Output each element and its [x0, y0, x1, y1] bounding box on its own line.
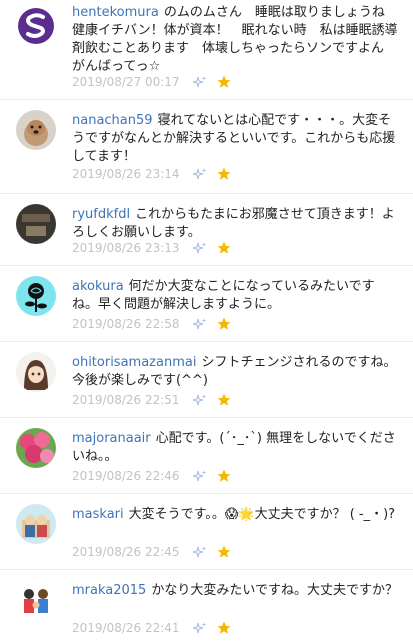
avatar[interactable] — [16, 110, 56, 150]
star-icon[interactable] — [216, 166, 232, 182]
username[interactable]: nanachan59 — [72, 113, 153, 128]
username[interactable]: hentekomura — [72, 5, 159, 20]
avatar[interactable] — [16, 204, 56, 244]
username[interactable]: maskari — [72, 507, 124, 522]
comment-item: ohitorisamazanmai シフトチェンジされるのですね。今後が楽しみです… — [0, 342, 413, 418]
avatar[interactable] — [16, 428, 56, 468]
username[interactable]: akokura — [72, 279, 124, 294]
avatar[interactable] — [16, 276, 56, 316]
comment-item: akokura 何だか大変なことになっているみたいですね。早く問題が解決しますよう… — [0, 266, 413, 342]
timestamp: 2019/08/27 00:17 — [72, 75, 180, 89]
star-icon[interactable] — [216, 468, 232, 484]
timestamp: 2019/08/26 22:45 — [72, 545, 180, 559]
comment-item: hentekomura のムのムさん 睡眠は取りましょうね 健康イチバン！体が資本… — [0, 0, 413, 100]
comment-item: ryufdkfdl これからもたまにお邪魔させて頂きます！よろしくお願いします。 … — [0, 194, 413, 266]
star-icon[interactable] — [216, 392, 232, 408]
star-icon[interactable] — [216, 240, 232, 256]
avatar[interactable] — [16, 6, 56, 46]
sparkle-icon[interactable] — [192, 240, 208, 256]
avatar[interactable] — [16, 352, 56, 392]
sparkle-icon[interactable] — [192, 620, 208, 636]
timestamp: 2019/08/26 22:58 — [72, 317, 180, 331]
username[interactable]: ohitorisamazanmai — [72, 355, 196, 370]
comment-item: majoranaair 心配です。(´･_･`) 無理をしないでくださいね。。 2… — [0, 418, 413, 494]
sparkle-icon[interactable] — [192, 468, 208, 484]
comment-list: hentekomura のムのムさん 睡眠は取りましょうね 健康イチバン！体が資本… — [0, 0, 413, 644]
comment-text: かなり大変みたいですね。大丈夫ですか？ — [151, 583, 398, 598]
star-icon[interactable] — [216, 620, 232, 636]
timestamp: 2019/08/26 22:51 — [72, 393, 180, 407]
comment-item: mraka2015 かなり大変みたいですね。大丈夫ですか？ 2019/08/26 … — [0, 570, 413, 644]
timestamp: 2019/08/26 22:46 — [72, 469, 180, 483]
timestamp: 2019/08/26 23:14 — [72, 167, 180, 181]
avatar[interactable] — [16, 580, 56, 620]
sparkle-icon[interactable] — [192, 166, 208, 182]
sparkle-icon[interactable] — [192, 544, 208, 560]
sparkle-icon[interactable] — [192, 74, 208, 90]
star-icon[interactable] — [216, 544, 232, 560]
avatar[interactable] — [16, 504, 56, 544]
username[interactable]: mraka2015 — [72, 583, 146, 598]
sparkle-icon[interactable] — [192, 392, 208, 408]
timestamp: 2019/08/26 22:41 — [72, 621, 180, 635]
username[interactable]: majoranaair — [72, 431, 151, 446]
star-icon[interactable] — [216, 316, 232, 332]
username[interactable]: ryufdkfdl — [72, 207, 130, 222]
comment-text: 大変そうです。。😱🌟大丈夫ですか？ ( -_・)? — [128, 507, 396, 522]
timestamp: 2019/08/26 23:13 — [72, 241, 180, 255]
comment-item: maskari 大変そうです。。😱🌟大丈夫ですか？ ( -_・)? 2019/08… — [0, 494, 413, 570]
comment-item: nanachan59 寝れてないとは心配です・・・。大変そうですがなんとか解決する… — [0, 100, 413, 194]
star-icon[interactable] — [216, 74, 232, 90]
sparkle-icon[interactable] — [192, 316, 208, 332]
